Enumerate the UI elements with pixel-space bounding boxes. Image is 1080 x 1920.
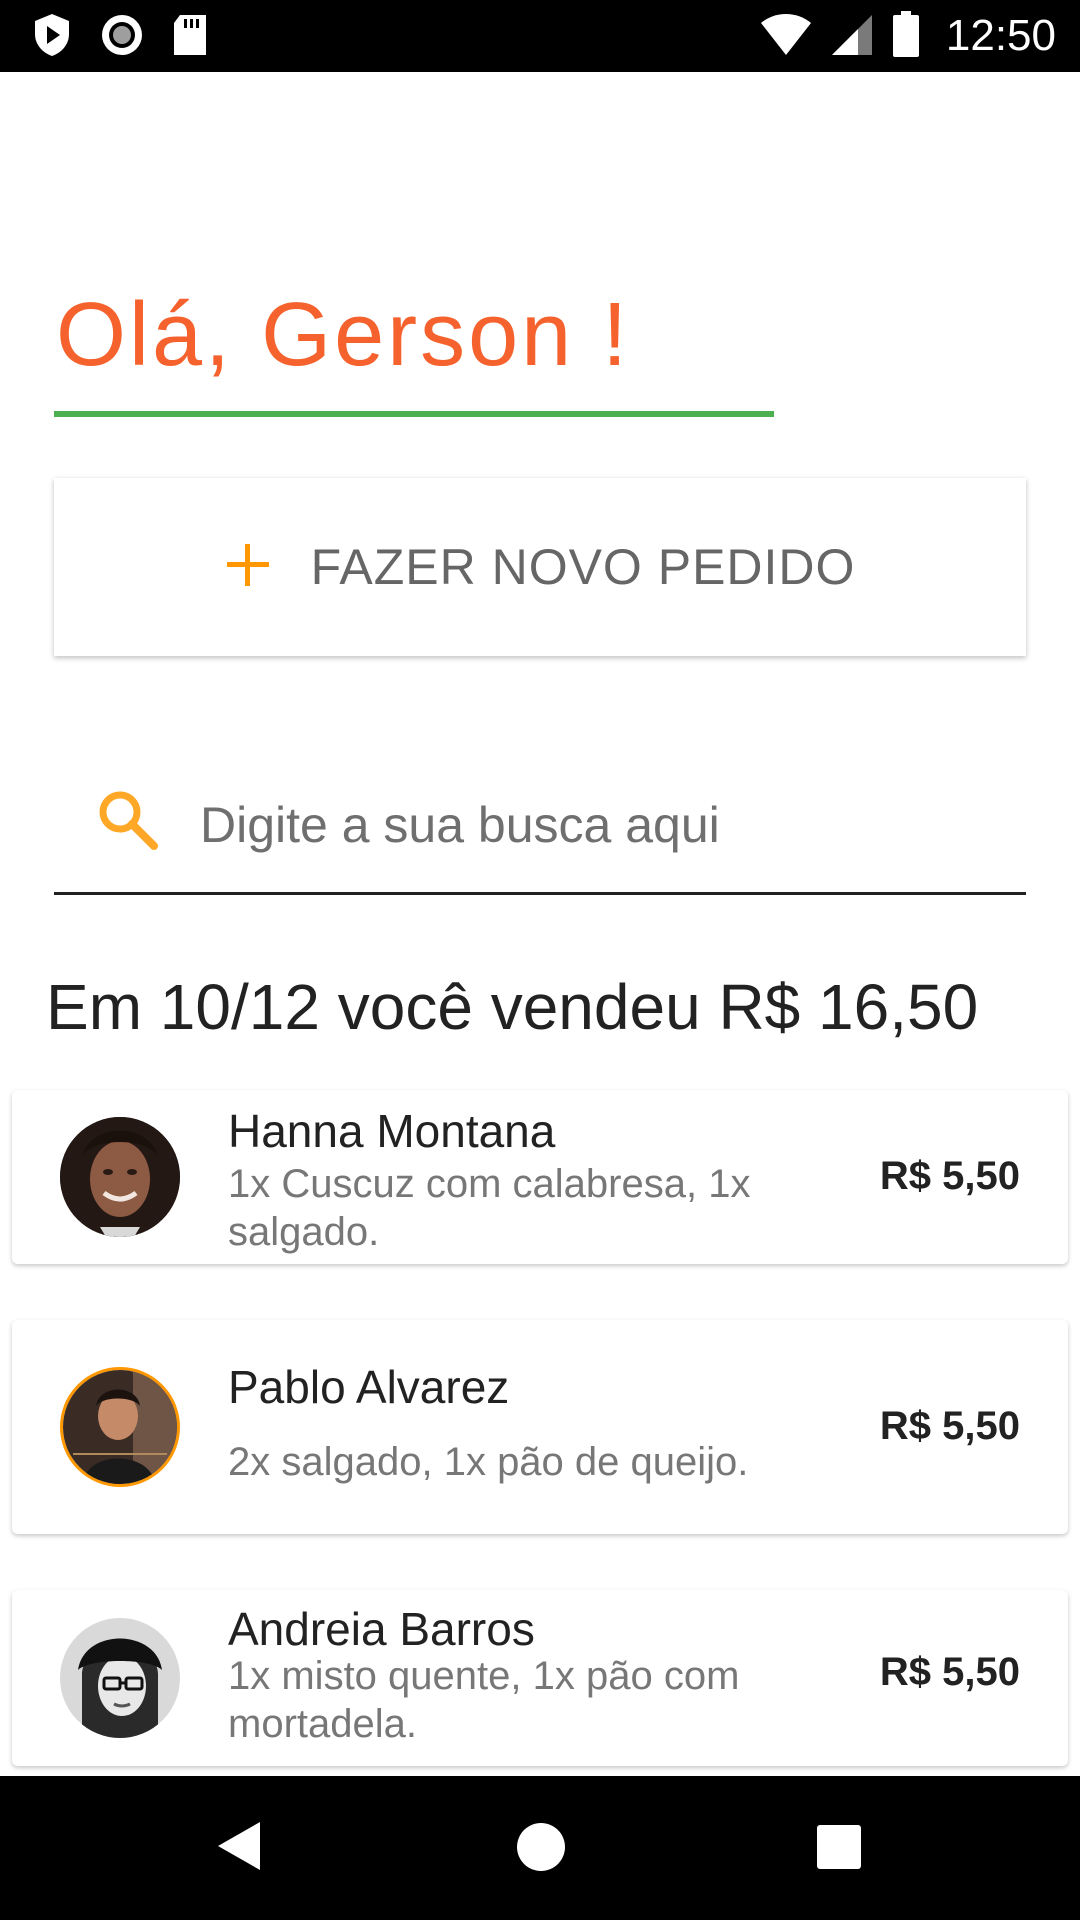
customer-name: Pablo Alvarez (228, 1361, 510, 1413)
avatar (60, 1367, 180, 1487)
order-card[interactable]: Andreia Barros 1x misto quente, 1x pão c… (12, 1590, 1068, 1766)
status-bar: 12:50 (0, 0, 1080, 72)
play-protect-icon (32, 12, 72, 63)
battery-icon (892, 10, 920, 63)
order-price: R$ 5,50 (879, 1650, 1020, 1694)
navigation-bar (0, 1776, 1080, 1920)
plus-icon (225, 542, 271, 593)
order-items: 1x misto quente, 1x pão com mortadela. (228, 1654, 740, 1746)
customer-name: Hanna Montana (228, 1105, 556, 1157)
customer-name: Andreia Barros (228, 1603, 535, 1655)
sd-card-icon (172, 13, 208, 62)
order-items: 1x Cuscuz com calabresa, 1x salgado. (228, 1162, 751, 1254)
greeting-title: Olá, Gerson ! (56, 285, 631, 385)
record-icon (100, 13, 144, 62)
new-order-label: FAZER NOVO PEDIDO (310, 539, 856, 595)
avatar (60, 1117, 180, 1237)
order-price: R$ 5,50 (879, 1154, 1020, 1198)
home-icon[interactable] (516, 1822, 566, 1877)
search-icon (94, 786, 162, 859)
order-price: R$ 5,50 (879, 1404, 1020, 1448)
signal-icon (830, 11, 874, 62)
order-card[interactable]: Pablo Alvarez 2x salgado, 1x pão de quei… (12, 1320, 1068, 1534)
new-order-button[interactable]: FAZER NOVO PEDIDO (54, 478, 1026, 656)
status-right-icons: 12:50 (760, 8, 1056, 64)
order-card[interactable]: Hanna Montana 1x Cuscuz com calabresa, 1… (12, 1090, 1068, 1264)
back-icon[interactable] (214, 1818, 264, 1879)
recents-icon[interactable] (816, 1824, 862, 1875)
status-time: 12:50 (945, 11, 1056, 60)
wifi-icon (760, 11, 812, 62)
search-field[interactable] (54, 762, 1026, 895)
order-items: 2x salgado, 1x pão de queijo. (228, 1440, 749, 1484)
screen: 12:50 Olá, Gerson ! FAZER NOVO PEDIDO Em… (0, 0, 1080, 1920)
search-input[interactable] (198, 784, 1002, 866)
status-left-icons (32, 12, 208, 63)
greeting-underline (54, 411, 774, 417)
sales-summary: Em 10/12 você vendeu R$ 16,50 (46, 971, 979, 1043)
avatar (60, 1618, 180, 1738)
